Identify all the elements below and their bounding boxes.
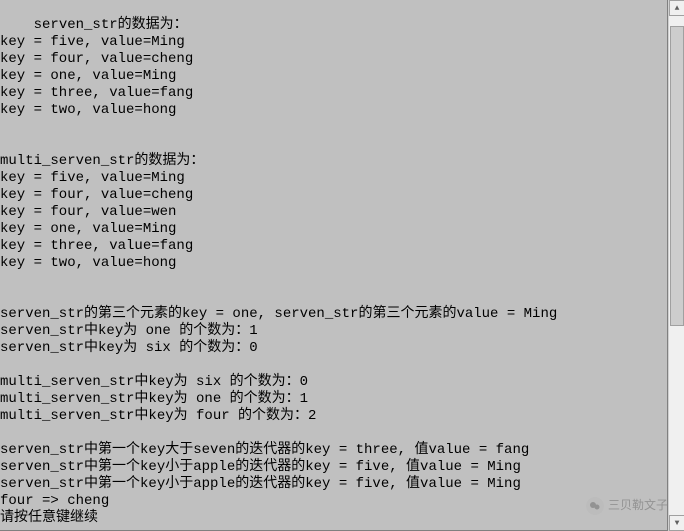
console-line: key = one, value=Ming (0, 221, 176, 237)
chevron-up-icon: ▲ (675, 0, 680, 17)
console-line: key = two, value=hong (0, 255, 176, 271)
console-line: multi_serven_str中key为 four 的个数为：2 (0, 408, 316, 424)
console-line: serven_str中第一个key大于seven的迭代器的key = three… (0, 442, 529, 458)
console-line: multi_serven_str中key为 one 的个数为：1 (0, 391, 308, 407)
scroll-track[interactable] (669, 16, 684, 515)
console-line: serven_str的数据为： (34, 17, 188, 33)
console-line: multi_serven_str中key为 six 的个数为：0 (0, 374, 308, 390)
scroll-up-button[interactable]: ▲ (669, 0, 684, 16)
console-line: key = four, value=wen (0, 204, 176, 220)
vertical-scrollbar[interactable]: ▲ ▼ (668, 0, 684, 531)
scroll-down-button[interactable]: ▼ (669, 515, 684, 531)
console-line: key = two, value=hong (0, 102, 176, 118)
console-line: serven_str的第三个元素的key = one, serven_str的第… (0, 306, 557, 322)
console-line: key = five, value=Ming (0, 34, 185, 50)
console-line: key = three, value=fang (0, 238, 193, 254)
console-output: serven_str的数据为： key = five, value=Ming k… (0, 0, 668, 531)
console-line: serven_str中第一个key小于apple的迭代器的key = five,… (0, 459, 521, 475)
console-line: 请按任意键继续 (0, 510, 98, 526)
console-line: key = three, value=fang (0, 85, 193, 101)
console-line: four => cheng (0, 493, 109, 509)
scroll-thumb[interactable] (670, 26, 684, 326)
console-line: serven_str中key为 one 的个数为：1 (0, 323, 258, 339)
console-line: key = one, value=Ming (0, 68, 176, 84)
chevron-down-icon: ▼ (675, 515, 680, 531)
console-window: serven_str的数据为： key = five, value=Ming k… (0, 0, 684, 531)
console-line: key = four, value=cheng (0, 187, 193, 203)
console-line: serven_str中第一个key小于apple的迭代器的key = five,… (0, 476, 521, 492)
console-line: key = five, value=Ming (0, 170, 185, 186)
console-line: key = four, value=cheng (0, 51, 193, 67)
console-line: multi_serven_str的数据为： (0, 153, 204, 169)
console-line: serven_str中key为 six 的个数为：0 (0, 340, 258, 356)
